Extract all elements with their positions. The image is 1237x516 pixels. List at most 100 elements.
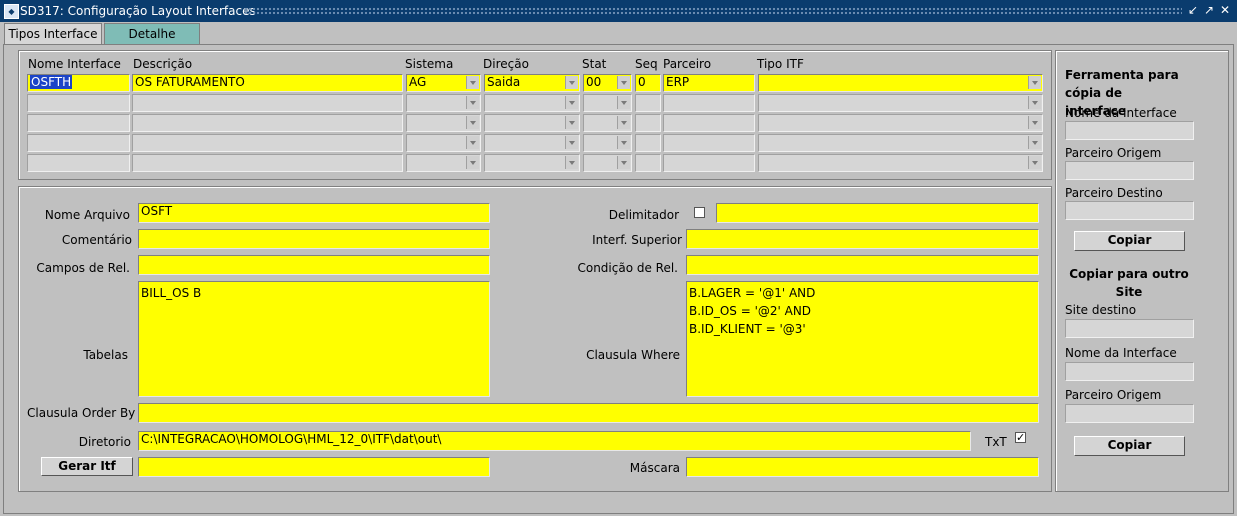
grid-cell-empty[interactable] xyxy=(635,154,661,172)
chevron-down-icon[interactable] xyxy=(617,156,630,169)
close-icon[interactable]: ✕ xyxy=(1218,3,1232,18)
chevron-down-icon[interactable] xyxy=(617,76,630,89)
grid-cell-empty[interactable] xyxy=(27,134,130,152)
clausula-where-label: Clausula Where xyxy=(586,348,680,362)
header-tipo-itf: Tipo ITF xyxy=(757,57,804,71)
interf-superior-field[interactable] xyxy=(686,229,1039,249)
chevron-down-icon[interactable] xyxy=(565,96,578,109)
title-bar: ◆ SD317: Configuração Layout Interfaces … xyxy=(0,0,1237,22)
copiar-button[interactable]: Copiar xyxy=(1074,231,1185,251)
grid-cell-empty[interactable] xyxy=(583,134,632,152)
chevron-down-icon[interactable] xyxy=(466,116,479,129)
grid-cell-empty[interactable] xyxy=(758,94,1043,112)
minimize-icon[interactable]: ↙ xyxy=(1186,3,1200,18)
chevron-down-icon[interactable] xyxy=(617,116,630,129)
grid-cell-empty[interactable] xyxy=(635,114,661,132)
row1-seq-field[interactable]: 0 xyxy=(635,74,661,92)
grid-cell-empty[interactable] xyxy=(484,134,580,152)
mascara-field[interactable] xyxy=(686,457,1039,477)
grid-cell-empty[interactable] xyxy=(663,94,755,112)
grid-cell-empty[interactable] xyxy=(132,94,403,112)
chevron-down-icon[interactable] xyxy=(466,96,479,109)
chevron-down-icon[interactable] xyxy=(1028,76,1041,89)
grid-cell-empty[interactable] xyxy=(663,134,755,152)
delimitador-field[interactable] xyxy=(716,203,1039,223)
tab-tipos-interface[interactable]: Tipos Interface xyxy=(4,23,102,44)
chevron-down-icon[interactable] xyxy=(1028,96,1041,109)
grid-cell-empty[interactable] xyxy=(583,154,632,172)
comentario-field[interactable] xyxy=(138,229,490,249)
grid-cell-empty[interactable] xyxy=(758,114,1043,132)
grid-cell-empty[interactable] xyxy=(27,114,130,132)
chevron-down-icon[interactable] xyxy=(565,156,578,169)
grid-cell-empty[interactable] xyxy=(27,154,130,172)
side-origem-field[interactable] xyxy=(1065,161,1194,180)
chevron-down-icon[interactable] xyxy=(617,96,630,109)
clausula-where-field[interactable]: B.LAGER = '@1' AND B.ID_OS = '@2' AND B.… xyxy=(686,281,1039,397)
gerar-itf-field[interactable] xyxy=(138,457,490,477)
tab-detalhe[interactable]: Detalhe xyxy=(104,23,200,44)
campos-rel-field[interactable] xyxy=(138,255,490,275)
gerar-itf-button[interactable]: Gerar Itf xyxy=(41,457,133,476)
header-direcao: Direção xyxy=(483,57,529,71)
chevron-down-icon[interactable] xyxy=(1028,156,1041,169)
row1-stat-value: 00 xyxy=(586,75,602,89)
row1-nome-field[interactable]: OSFTH xyxy=(27,74,130,92)
chevron-down-icon[interactable] xyxy=(466,76,479,89)
grid-cell-empty[interactable] xyxy=(27,94,130,112)
diretorio-field[interactable]: C:\INTEGRACAO\HOMOLOG\HML_12_0\ITF\dat\o… xyxy=(138,431,971,451)
chevron-down-icon[interactable] xyxy=(1028,136,1041,149)
row1-parceiro-field[interactable]: ERP xyxy=(663,74,755,92)
copy-site-title: Copiar para outro Site xyxy=(1069,267,1189,299)
chevron-down-icon[interactable] xyxy=(565,116,578,129)
maximize-icon[interactable]: ↗ xyxy=(1202,3,1216,18)
chevron-down-icon[interactable] xyxy=(617,136,630,149)
row1-stat-select[interactable]: 00 xyxy=(583,74,632,92)
grid-cell-empty[interactable] xyxy=(406,114,481,132)
grid-cell-empty[interactable] xyxy=(583,94,632,112)
grid-cell-empty[interactable] xyxy=(583,114,632,132)
grid-cell-empty[interactable] xyxy=(484,94,580,112)
grid-cell-empty[interactable] xyxy=(663,114,755,132)
tabelas-field[interactable]: BILL_OS B xyxy=(138,281,490,397)
grid-cell-empty[interactable] xyxy=(132,154,403,172)
side-origem-label: Parceiro Origem xyxy=(1065,146,1162,160)
chevron-down-icon[interactable] xyxy=(466,156,479,169)
side-nome-field[interactable] xyxy=(1065,121,1194,140)
grid-cell-empty[interactable] xyxy=(406,94,481,112)
chevron-down-icon[interactable] xyxy=(565,76,578,89)
header-nome: Nome Interface xyxy=(28,57,121,71)
site-destino-label: Site destino xyxy=(1065,303,1137,317)
nome-arquivo-field[interactable]: OSFT xyxy=(138,203,490,223)
row1-direcao-select[interactable]: Saida xyxy=(484,74,580,92)
grid-cell-empty[interactable] xyxy=(635,134,661,152)
delimitador-checkbox[interactable] xyxy=(694,207,705,218)
grid-cell-empty[interactable] xyxy=(484,114,580,132)
row1-tipo-itf-select[interactable] xyxy=(758,74,1043,92)
grid-cell-empty[interactable] xyxy=(406,154,481,172)
txt-checkbox[interactable]: ✓ xyxy=(1015,432,1026,443)
grid-cell-empty[interactable] xyxy=(484,154,580,172)
chevron-down-icon[interactable] xyxy=(466,136,479,149)
grid-cell-empty[interactable] xyxy=(635,94,661,112)
grid-cell-empty[interactable] xyxy=(132,134,403,152)
site-nome-field[interactable] xyxy=(1065,362,1194,381)
site-destino-field[interactable] xyxy=(1065,319,1194,338)
site-origem-field[interactable] xyxy=(1065,404,1194,423)
grid-cell-empty[interactable] xyxy=(132,114,403,132)
order-by-field[interactable] xyxy=(138,403,1039,423)
chevron-down-icon[interactable] xyxy=(1028,116,1041,129)
campos-rel-label: Campos de Rel. xyxy=(36,261,130,275)
copiar-site-button[interactable]: Copiar xyxy=(1074,436,1185,456)
grid-cell-empty[interactable] xyxy=(406,134,481,152)
row1-sistema-select[interactable]: AG xyxy=(406,74,481,92)
delimitador-label: Delimitador xyxy=(608,208,679,222)
side-destino-field[interactable] xyxy=(1065,201,1194,220)
grid-cell-empty[interactable] xyxy=(663,154,755,172)
row1-descricao-field[interactable]: OS FATURAMENTO xyxy=(132,74,403,92)
title-dots xyxy=(244,7,1182,15)
condicao-rel-field[interactable] xyxy=(686,255,1039,275)
grid-cell-empty[interactable] xyxy=(758,134,1043,152)
grid-cell-empty[interactable] xyxy=(758,154,1043,172)
chevron-down-icon[interactable] xyxy=(565,136,578,149)
